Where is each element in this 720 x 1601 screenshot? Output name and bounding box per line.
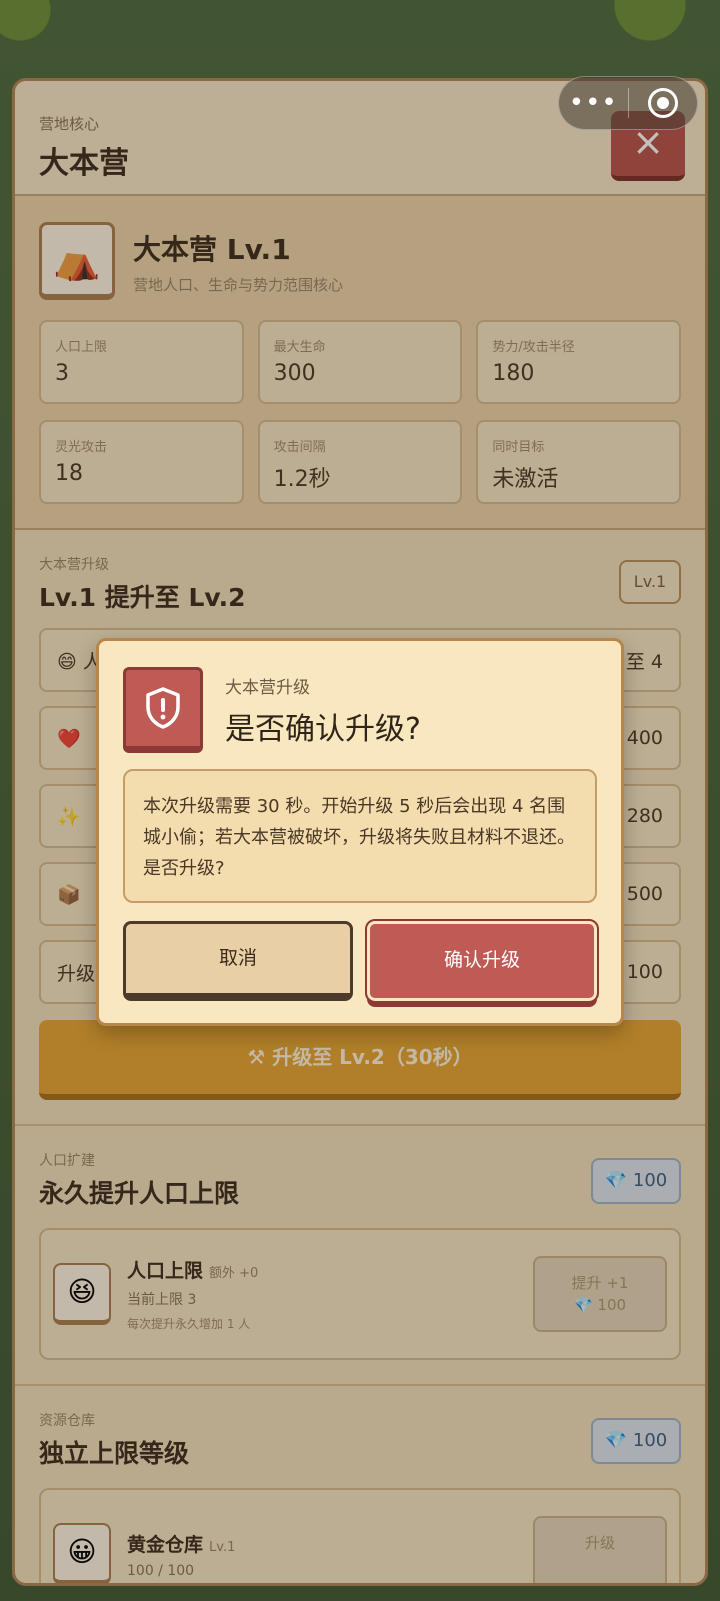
miniprogram-capsule: ••• bbox=[558, 76, 698, 130]
cancel-button[interactable]: 取消 bbox=[123, 921, 353, 1001]
dialog-message: 本次升级需要 30 秒。开始升级 5 秒后会出现 4 名围城小偷；若大本营被破坏… bbox=[123, 769, 597, 903]
dialog-title: 是否确认升级? bbox=[225, 711, 421, 747]
confirm-dialog: 大本营升级 是否确认升级? 本次升级需要 30 秒。开始升级 5 秒后会出现 4… bbox=[96, 638, 624, 1026]
shield-alert-icon bbox=[123, 667, 203, 753]
confirm-upgrade-button[interactable]: 确认升级 bbox=[365, 919, 599, 1003]
more-icon[interactable]: ••• bbox=[559, 78, 628, 128]
dialog-subtitle: 大本营升级 bbox=[225, 677, 310, 698]
close-miniprogram-icon[interactable] bbox=[629, 88, 698, 118]
